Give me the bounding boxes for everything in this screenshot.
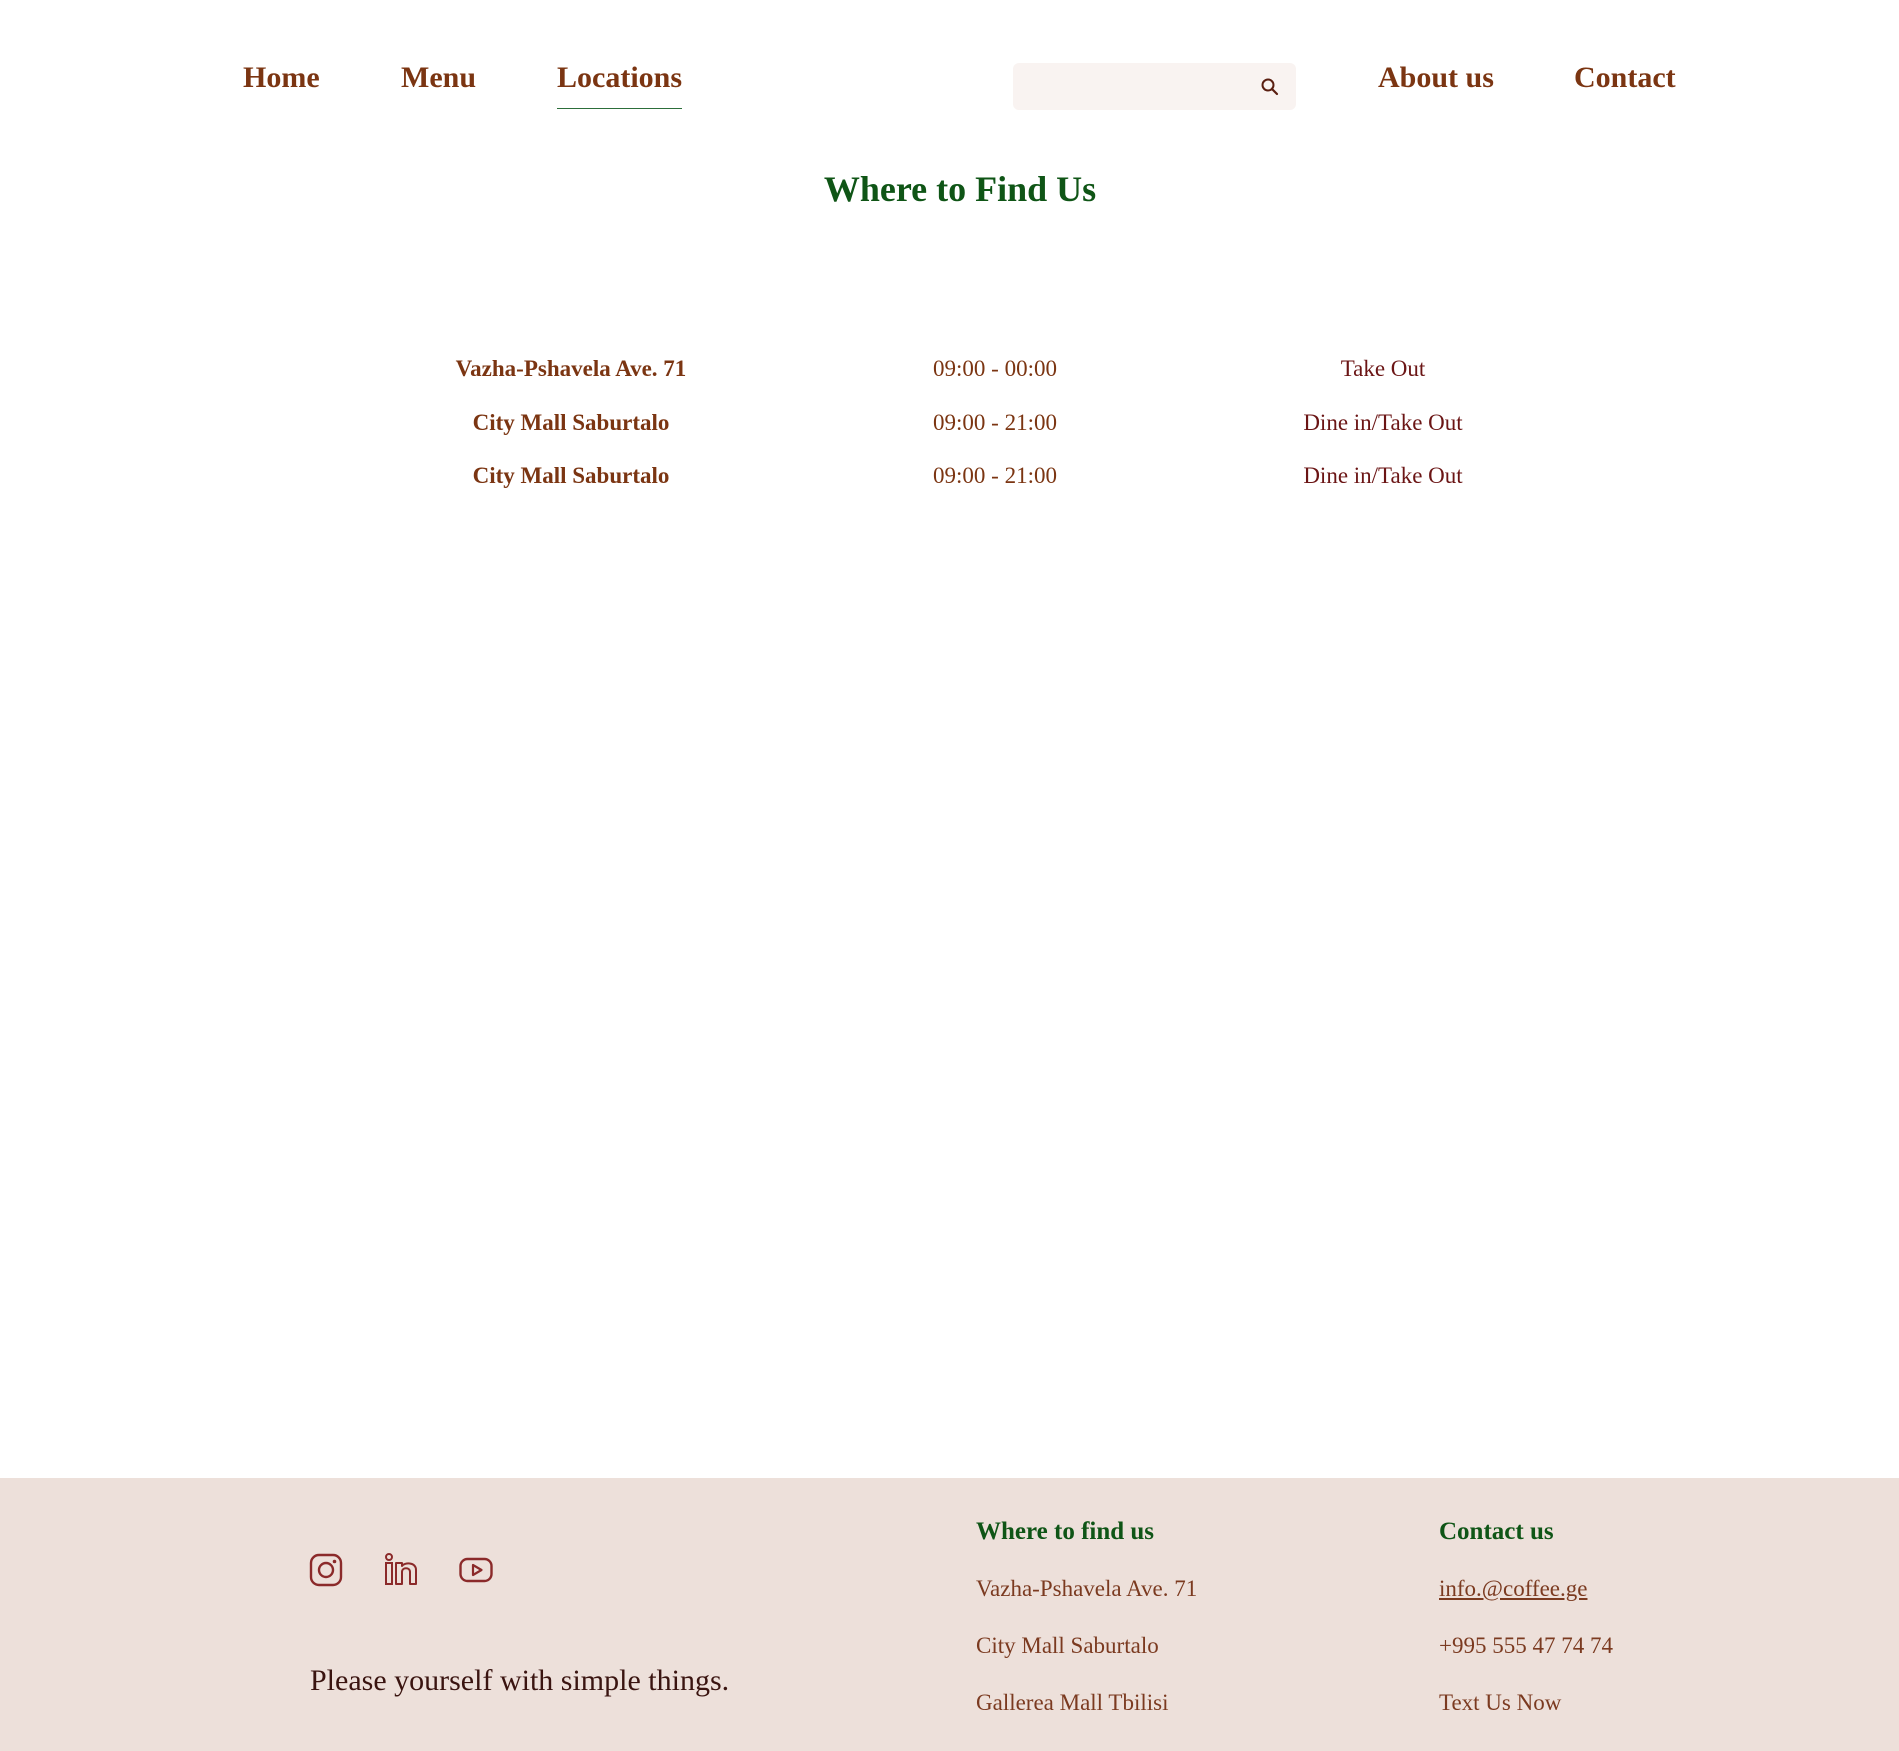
location-name: Vazha-Pshavela Ave. 71: [455, 356, 687, 381]
locations-table: Vazha-Pshavela Ave. 71 09:00 - 00:00 Tak…: [0, 349, 1899, 510]
text-us-link[interactable]: Text Us Now: [1439, 1683, 1613, 1723]
footer-location-item: Vazha-Pshavela Ave. 71: [976, 1576, 1198, 1601]
nav-contact[interactable]: Contact: [1574, 58, 1676, 98]
search-icon[interactable]: [1258, 75, 1282, 99]
footer-location-item: City Mall Saburtalo: [976, 1633, 1159, 1658]
instagram-icon[interactable]: [308, 1552, 344, 1588]
location-row: Vazha-Pshavela Ave. 71 09:00 - 00:00 Tak…: [0, 349, 1899, 403]
footer-find-us: Where to find us Vazha-Pshavela Ave. 71 …: [976, 1512, 1197, 1740]
location-service: Dine in/Take Out: [1303, 409, 1463, 435]
page-title: Where to Find Us: [823, 169, 1097, 209]
nav-about-us[interactable]: About us: [1378, 58, 1494, 98]
nav-home[interactable]: Home: [243, 58, 320, 98]
search-input[interactable]: [1013, 63, 1243, 110]
linkedin-icon[interactable]: [383, 1552, 419, 1588]
nav-locations[interactable]: Locations: [557, 58, 683, 109]
location-row: City Mall Saburtalo 09:00 - 21:00 Dine i…: [0, 403, 1899, 457]
location-name: City Mall Saburtalo: [472, 409, 670, 435]
footer-location-item: Gallerea Mall Tbilisi: [976, 1690, 1169, 1715]
tagline: Please yourself with simple things.: [310, 1664, 730, 1697]
location-service: Dine in/Take Out: [1303, 463, 1463, 488]
youtube-icon[interactable]: [458, 1552, 494, 1588]
search-box: [1013, 63, 1296, 110]
footer-contact-us: Contact us info.@coffee.ge +995 555 47 7…: [1439, 1512, 1613, 1740]
location-hours: 09:00 - 21:00: [933, 409, 1057, 435]
footer: Please yourself with simple things. Wher…: [0, 1478, 1899, 1751]
phone-number: +995 555 47 74 74: [1439, 1633, 1613, 1658]
location-hours: 09:00 - 00:00: [933, 356, 1057, 381]
main-nav: Home Menu Locations About us Contact: [0, 58, 1899, 118]
location-row: City Mall Saburtalo 09:00 - 21:00 Dine i…: [0, 456, 1899, 510]
location-name: City Mall Saburtalo: [472, 463, 670, 488]
nav-menu[interactable]: Menu: [401, 58, 476, 98]
footer-find-us-title: Where to find us: [976, 1518, 1155, 1545]
footer-contact-title: Contact us: [1439, 1518, 1554, 1545]
location-hours: 09:00 - 21:00: [933, 463, 1057, 488]
email-link[interactable]: info.@coffee.ge: [1439, 1569, 1613, 1609]
location-service: Take Out: [1340, 356, 1426, 381]
